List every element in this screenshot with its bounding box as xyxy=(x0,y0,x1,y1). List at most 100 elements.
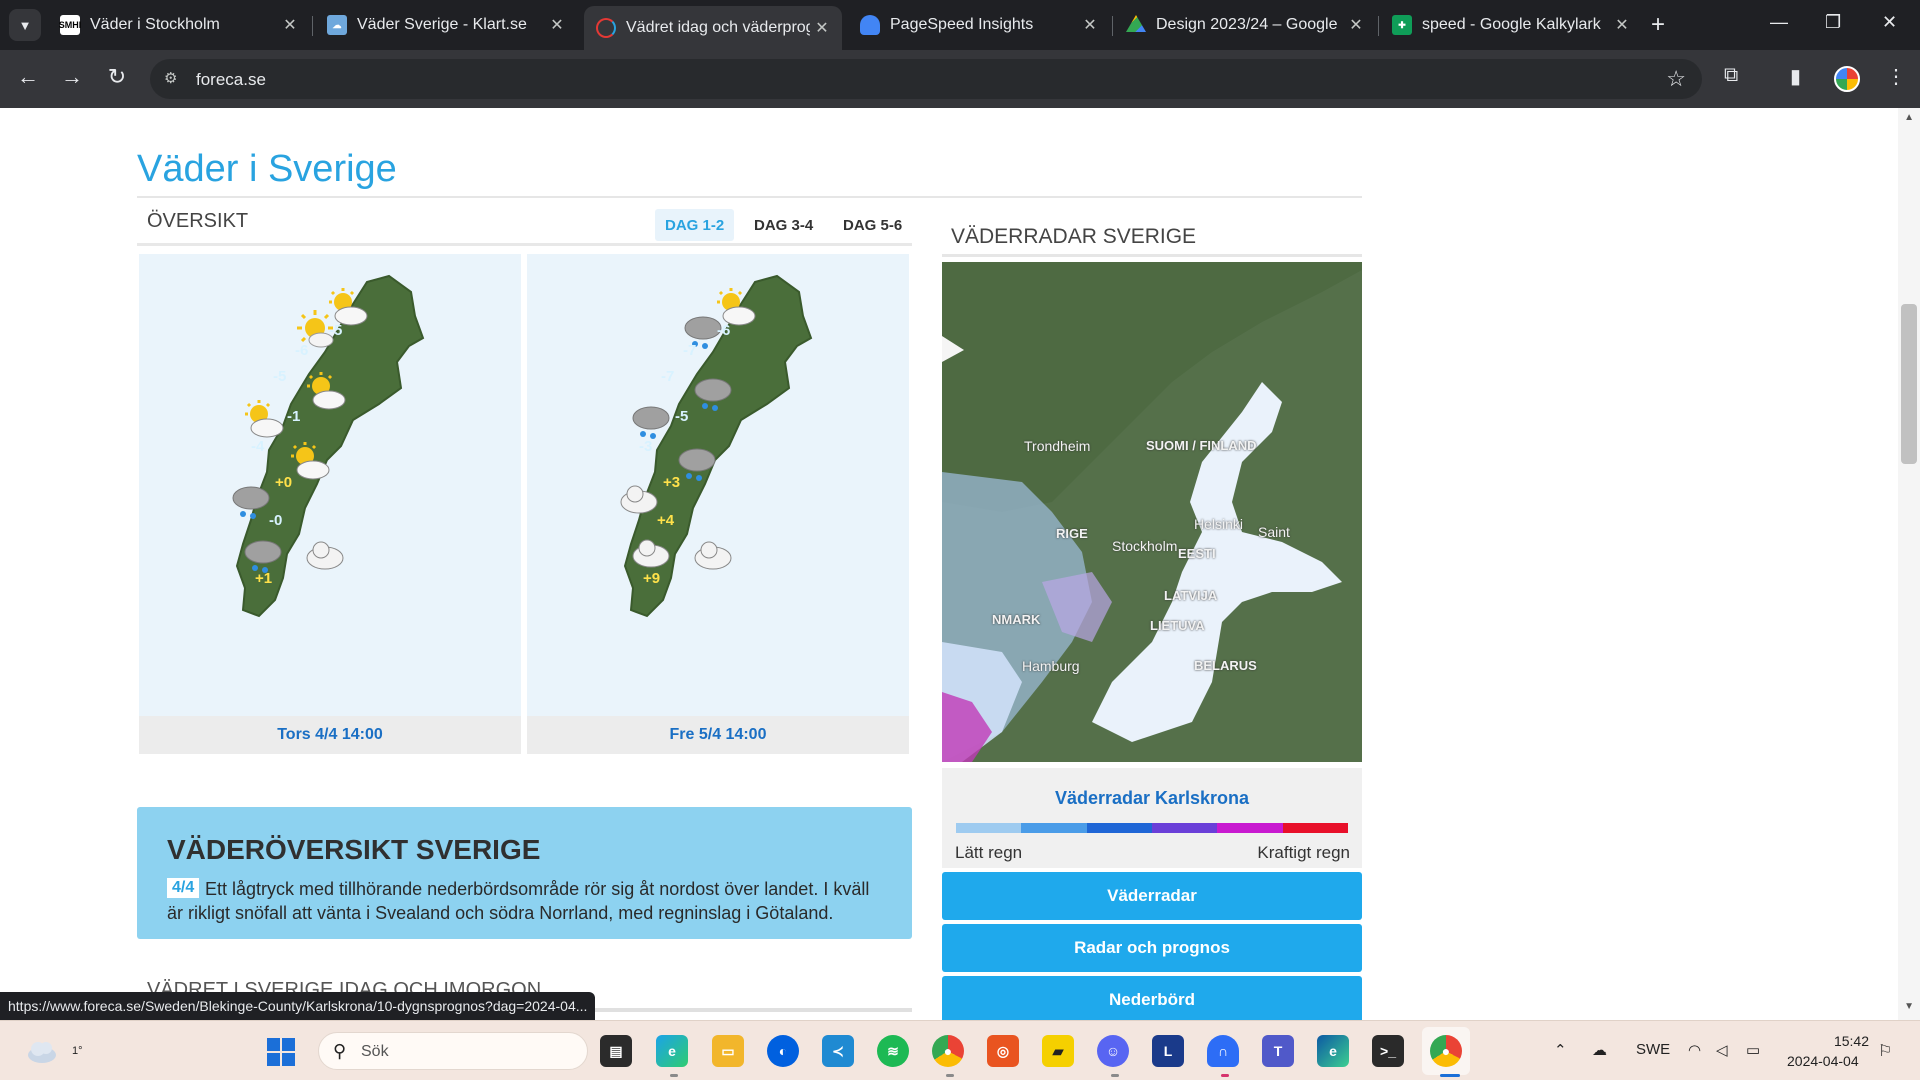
onedrive-icon[interactable]: ☁ xyxy=(1592,1041,1607,1059)
temperature-label: +0 xyxy=(275,474,293,491)
menu-dots-icon[interactable]: ⋮ xyxy=(1886,64,1906,89)
edge-icon[interactable]: e xyxy=(656,1035,688,1067)
terminal-icon[interactable]: >_ xyxy=(1372,1035,1404,1067)
restore-icon[interactable]: ❐ xyxy=(1825,12,1841,33)
temperature-label: +3 xyxy=(663,474,681,491)
scale-swatch xyxy=(1151,823,1218,833)
address-bar[interactable]: ⚙ foreca.se ☆ xyxy=(150,59,1702,99)
weather-widget[interactable]: 1° xyxy=(24,1035,83,1065)
edge-beta-icon[interactable]: e xyxy=(1317,1035,1349,1067)
close-icon[interactable]: ✕ xyxy=(278,15,302,35)
tab-foreca-active[interactable]: Vädret idag och väderprog ✕ xyxy=(584,6,842,50)
battery-icon[interactable]: ▭ xyxy=(1746,1041,1760,1059)
radar-map[interactable]: Trondheim SUOMI / FINLAND Helsinki Saint RIG… xyxy=(942,262,1362,762)
close-icon[interactable]: ✕ xyxy=(1344,15,1368,35)
tab-dag-1-2[interactable]: DAG 1-2 xyxy=(655,209,735,241)
chevron-up-icon[interactable]: ⌃ xyxy=(1554,1041,1567,1059)
scrollbar-thumb[interactable] xyxy=(1901,304,1917,464)
minimize-icon[interactable]: — xyxy=(1770,12,1788,33)
scroll-down-icon[interactable]: ▼ xyxy=(1904,1001,1914,1012)
vscode-icon[interactable]: ≺ xyxy=(822,1035,854,1067)
reload-icon[interactable]: ↻ xyxy=(102,64,132,90)
teams-icon[interactable]: T xyxy=(1262,1035,1294,1067)
volume-icon[interactable]: ◁ xyxy=(1716,1041,1728,1059)
forecast-title: VÄDERÖVERSIKT SVERIGE xyxy=(167,834,541,865)
search-placeholder: Sök xyxy=(361,1043,389,1060)
date-badge: 4/4 xyxy=(167,878,200,898)
forward-icon[interactable]: → xyxy=(57,64,87,90)
temperature-label: -3 xyxy=(639,438,653,455)
url-text[interactable]: foreca.se xyxy=(196,70,266,90)
clock-date[interactable]: 2024-04-04 xyxy=(1787,1053,1859,1069)
map-label: Trondheim xyxy=(1024,438,1091,454)
wifi-icon[interactable]: ◠ xyxy=(1688,1041,1701,1059)
taskbar-search[interactable]: ⚲ Sök xyxy=(318,1032,588,1070)
temperature-label: -5 xyxy=(273,368,287,385)
arc-icon[interactable]: ∩ xyxy=(1207,1035,1239,1067)
sheets-favicon: ✚ xyxy=(1392,15,1412,35)
side-panel-icon[interactable]: ▮ xyxy=(1790,64,1801,89)
firefox-icon[interactable]: ◐ xyxy=(767,1035,799,1067)
extensions-icon[interactable]: ⧉ xyxy=(1724,64,1738,87)
radar-prognos-button[interactable]: Radar och prognos xyxy=(942,924,1362,972)
tab-dag-3-4[interactable]: DAG 3-4 xyxy=(744,209,823,241)
tab-dag-5-6[interactable]: DAG 5-6 xyxy=(833,209,912,241)
close-icon[interactable]: ✕ xyxy=(1078,15,1102,35)
radar-map-image xyxy=(942,262,1362,762)
map-caption: Fre 5/4 14:00 xyxy=(527,716,909,754)
snow-cloud-icon xyxy=(693,372,735,414)
map-label: Hamburg xyxy=(1022,658,1080,674)
notification-icon[interactable]: ⚐ xyxy=(1878,1041,1892,1061)
forecast-map-day1[interactable]: Tors 4/4 14:00 -5 -6 -5 -1 -4 +0 -0 +1 xyxy=(139,254,521,754)
tab-title: PageSpeed Insights xyxy=(890,16,1034,33)
avatar[interactable] xyxy=(1834,66,1860,92)
temperature-label: -4 xyxy=(251,438,265,455)
file-explorer-icon[interactable]: ▤ xyxy=(600,1035,632,1067)
scroll-up-icon[interactable]: ▲ xyxy=(1904,112,1914,123)
site-info-icon[interactable]: ⚙ xyxy=(164,69,177,87)
map-label: EESTI xyxy=(1178,546,1216,561)
vaderradar-button[interactable]: Väderradar xyxy=(942,872,1362,920)
map-label: Helsinki xyxy=(1194,516,1244,532)
spotify-icon[interactable]: ≋ xyxy=(877,1035,909,1067)
close-icon[interactable]: ✕ xyxy=(810,18,834,38)
radar-title: VÄDERRADAR SVERIGE xyxy=(951,225,1197,248)
page-scrollbar[interactable]: ▲ ▼ xyxy=(1898,108,1920,1020)
close-window-icon[interactable]: ✕ xyxy=(1882,12,1897,33)
clock-time[interactable]: 15:42 xyxy=(1829,1033,1869,1049)
search-icon: ⚲ xyxy=(333,1041,347,1061)
start-button[interactable] xyxy=(267,1038,295,1066)
discord-icon[interactable]: ☺ xyxy=(1097,1035,1129,1067)
tab-smhi[interactable]: SMHI Väder i Stockholm ✕ xyxy=(48,6,310,44)
sticky-notes-icon[interactable]: ▰ xyxy=(1042,1035,1074,1067)
temperature-label: -6 xyxy=(717,322,731,339)
forecast-map-day2[interactable]: Fre 5/4 14:00 -6 -7 -7 -5 -3 +3 +4 +9 xyxy=(527,254,909,754)
chrome-active-icon[interactable]: ● xyxy=(1430,1035,1462,1067)
web-page: Väder i Sverige ÖVERSIKT DAG 1-2 DAG 3-4… xyxy=(0,108,1920,1020)
close-icon[interactable]: ✕ xyxy=(545,15,569,35)
chrome-icon[interactable]: ● xyxy=(932,1035,964,1067)
back-icon[interactable]: ← xyxy=(13,64,43,90)
ubuntu-icon[interactable]: ◎ xyxy=(987,1035,1019,1067)
tab-klart[interactable]: ☁ Väder Sverige - Klart.se ✕ xyxy=(315,6,577,44)
tab-search-button[interactable]: ▼ xyxy=(9,9,41,41)
temperature-label: -7 xyxy=(661,368,675,385)
running-indicator xyxy=(1221,1074,1229,1077)
new-tab-button[interactable]: + xyxy=(1651,11,1665,39)
close-icon[interactable]: ✕ xyxy=(1610,15,1634,35)
running-indicator xyxy=(670,1074,678,1077)
tab-pagespeed[interactable]: PageSpeed Insights ✕ xyxy=(848,6,1110,44)
folder-icon[interactable]: ▭ xyxy=(712,1035,744,1067)
tab-google-sheets[interactable]: ✚ speed - Google Kalkylark ✕ xyxy=(1380,6,1642,44)
map-label: Saint xyxy=(1258,524,1290,540)
tab-title: Väder i Stockholm xyxy=(90,16,220,33)
precipitation-scale xyxy=(956,823,1348,833)
radar-karlskrona-link[interactable]: Väderradar Karlskrona xyxy=(942,788,1362,809)
nederbord-button[interactable]: Nederbörd xyxy=(942,976,1362,1020)
cloud-icon xyxy=(693,536,735,578)
tab-google-drive[interactable]: Design 2023/24 – Google ✕ xyxy=(1114,6,1376,44)
tab-title: Design 2023/24 – Google xyxy=(1156,16,1338,33)
bookmark-star-icon[interactable]: ☆ xyxy=(1666,66,1686,92)
l-app-icon[interactable]: L xyxy=(1152,1035,1184,1067)
language-indicator[interactable]: SWE xyxy=(1636,1041,1670,1058)
